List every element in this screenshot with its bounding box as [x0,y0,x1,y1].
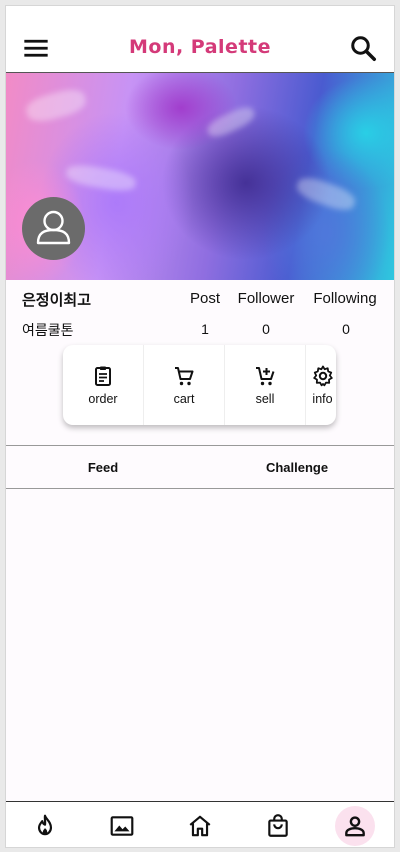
sell-label: sell [255,392,275,406]
shopping-bag-icon [267,814,288,837]
stat-follower-label: Follower [237,290,295,307]
home-icon [189,815,211,837]
app-bar: Mon, Palette [6,6,394,73]
order-button[interactable]: order [63,345,144,425]
nav-shop[interactable] [258,806,298,846]
info-button[interactable]: info [306,345,336,425]
person-icon [36,210,71,245]
profile-tabs: Feed Challenge [6,445,394,489]
stat-post-value: 1 [201,321,209,337]
stat-following-value: 0 [342,321,350,337]
stat-following-label: Following [313,290,377,307]
cart-plus-icon [256,367,275,386]
app-screen: Mon, Palette 은정이최고 여름쿨톤 Post Follower Fo… [5,5,395,848]
sell-button[interactable]: sell [225,345,306,425]
cart-icon [175,367,194,386]
cart-label: cart [173,392,195,406]
nav-profile[interactable] [335,806,376,846]
bottom-navigation [6,801,394,847]
tab-challenge[interactable]: Challenge [200,446,394,488]
nav-fire[interactable] [25,806,65,846]
stat-follower-value: 0 [262,321,270,337]
nav-gallery[interactable] [102,806,142,846]
cart-button[interactable]: cart [144,345,225,425]
avatar[interactable] [22,197,85,260]
profile-info: 은정이최고 여름쿨톤 Post Follower Following 1 0 0 [6,285,394,345]
fire-icon [37,814,52,836]
order-label: order [88,392,118,406]
search-icon[interactable] [348,33,378,63]
gallery-icon [111,816,134,836]
clipboard-icon [95,366,111,386]
gear-icon [312,365,333,387]
info-label: info [312,392,333,406]
tab-feed[interactable]: Feed [6,446,200,488]
profile-actions-card: order cart sell info [63,345,336,425]
nav-home[interactable] [180,806,220,846]
profile-name: 은정이최고 [22,292,92,309]
app-title: Mon, Palette [128,36,271,58]
profile-subtitle: 여름쿨톤 [22,322,74,338]
person-icon [345,816,366,837]
